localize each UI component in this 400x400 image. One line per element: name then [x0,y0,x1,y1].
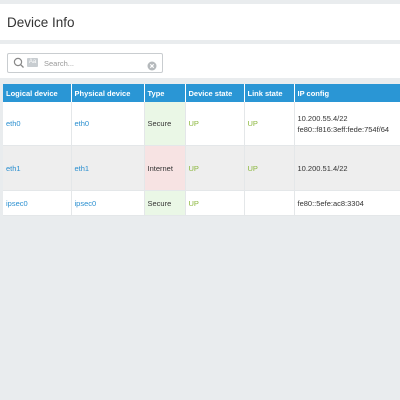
column-header-logical-device[interactable]: Logical device [3,84,72,102]
case-sensitive-icon[interactable]: Aa [27,58,38,67]
link-state-cell: UP [244,145,295,191]
link-state-cell: UP [244,102,295,146]
page-title: Device Info [7,15,75,30]
search-toolbar: Aa [0,44,400,78]
table-row[interactable]: eth1 eth1 Internet UP UP 10.200.51.4/22 [3,145,400,191]
ip-config-cell: 10.200.51.4/22 [294,145,400,191]
type-cell: Secure [144,190,186,216]
search-input[interactable] [44,55,144,71]
table-row[interactable]: eth0 eth0 Secure UP UP 10.200.55.4/22 fe… [3,102,400,146]
ip-address: 10.200.55.4/22 [297,113,348,123]
device-state-cell: UP [185,102,245,146]
logical-device-cell[interactable]: eth0 [3,102,72,146]
physical-device-cell[interactable]: eth0 [71,102,145,146]
search-icon [12,56,26,70]
ip-config-cell: fe80::5efe:ac8:3304 [294,190,400,216]
device-table-container: Logical device Physical device Type Devi… [3,84,400,216]
physical-device-cell[interactable]: eth1 [71,145,145,191]
page-header: Device Info [0,4,400,40]
type-cell: Internet [144,145,186,191]
column-header-type[interactable]: Type [144,84,186,102]
device-state-cell: UP [185,190,245,216]
logical-device-cell[interactable]: ipsec0 [3,190,72,216]
search-box[interactable]: Aa [7,53,163,73]
ip-config-cell: 10.200.55.4/22 fe80::f816:3eff:fede:754f… [294,102,400,146]
table-header-row: Logical device Physical device Type Devi… [3,84,400,102]
device-state-cell: UP [185,145,245,191]
column-header-physical-device[interactable]: Physical device [71,84,145,102]
link-state-cell [244,190,295,216]
type-cell: Secure [144,102,186,146]
column-header-ip-config[interactable]: IP config [294,84,400,102]
ip-address: fe80::f816:3eff:fede:754f/64 [297,124,390,134]
column-header-link-state[interactable]: Link state [244,84,295,102]
ip-address: fe80::5efe:ac8:3304 [297,198,364,208]
physical-device-cell[interactable]: ipsec0 [71,190,145,216]
logical-device-cell[interactable]: eth1 [3,145,72,191]
clear-icon[interactable] [147,58,157,71]
table-row[interactable]: ipsec0 ipsec0 Secure UP fe80::5efe:ac8:3… [3,190,400,216]
device-table: Logical device Physical device Type Devi… [3,84,400,216]
ip-address: 10.200.51.4/22 [297,163,348,173]
column-header-device-state[interactable]: Device state [185,84,245,102]
